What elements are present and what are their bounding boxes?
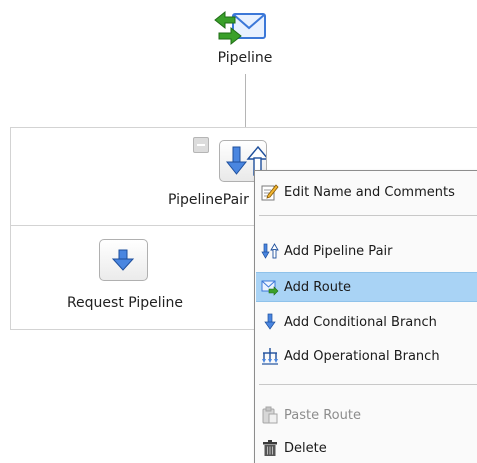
menu-item-paste-route[interactable]: Paste Route <box>256 400 477 430</box>
pipeline-canvas: Pipeline PipelinePair Request Pipeline E… <box>0 0 477 463</box>
connector-line <box>245 74 246 127</box>
pipeline-label[interactable]: Pipeline <box>190 50 300 66</box>
edit-icon <box>261 183 279 201</box>
collapse-icon[interactable] <box>193 137 209 153</box>
conditional-branch-icon <box>261 313 279 331</box>
menu-item-label: Add Conditional Branch <box>284 314 437 330</box>
menu-item-edit-name[interactable]: Edit Name and Comments <box>256 177 477 207</box>
menu-separator <box>259 215 477 216</box>
request-pipeline-button[interactable] <box>99 239 148 281</box>
operational-branch-icon <box>261 347 279 365</box>
menu-item-add-pipeline-pair[interactable]: Add Pipeline Pair <box>256 236 477 266</box>
menu-item-label: Delete <box>284 440 327 456</box>
pipeline-pair-label[interactable]: PipelinePair <box>168 192 258 208</box>
menu-item-delete[interactable]: Delete <box>256 433 477 463</box>
pipeline-icon[interactable] <box>213 8 267 46</box>
menu-item-label: Edit Name and Comments <box>284 184 455 200</box>
menu-separator <box>259 384 477 385</box>
paste-icon <box>261 406 279 424</box>
menu-item-add-operational-branch[interactable]: Add Operational Branch <box>256 341 477 371</box>
route-icon <box>261 278 279 296</box>
menu-item-label: Add Pipeline Pair <box>284 243 393 259</box>
context-menu: Edit Name and Comments Add Pipeline Pair <box>254 170 477 463</box>
menu-item-add-conditional-branch[interactable]: Add Conditional Branch <box>256 307 477 337</box>
request-pipeline-label[interactable]: Request Pipeline <box>50 295 200 311</box>
menu-item-add-route[interactable]: Add Route <box>256 272 477 302</box>
trash-icon <box>261 439 279 457</box>
menu-item-label: Add Operational Branch <box>284 348 440 364</box>
menu-item-label: Paste Route <box>284 407 361 423</box>
menu-item-label: Add Route <box>284 279 352 295</box>
pipeline-pair-icon <box>261 242 279 260</box>
